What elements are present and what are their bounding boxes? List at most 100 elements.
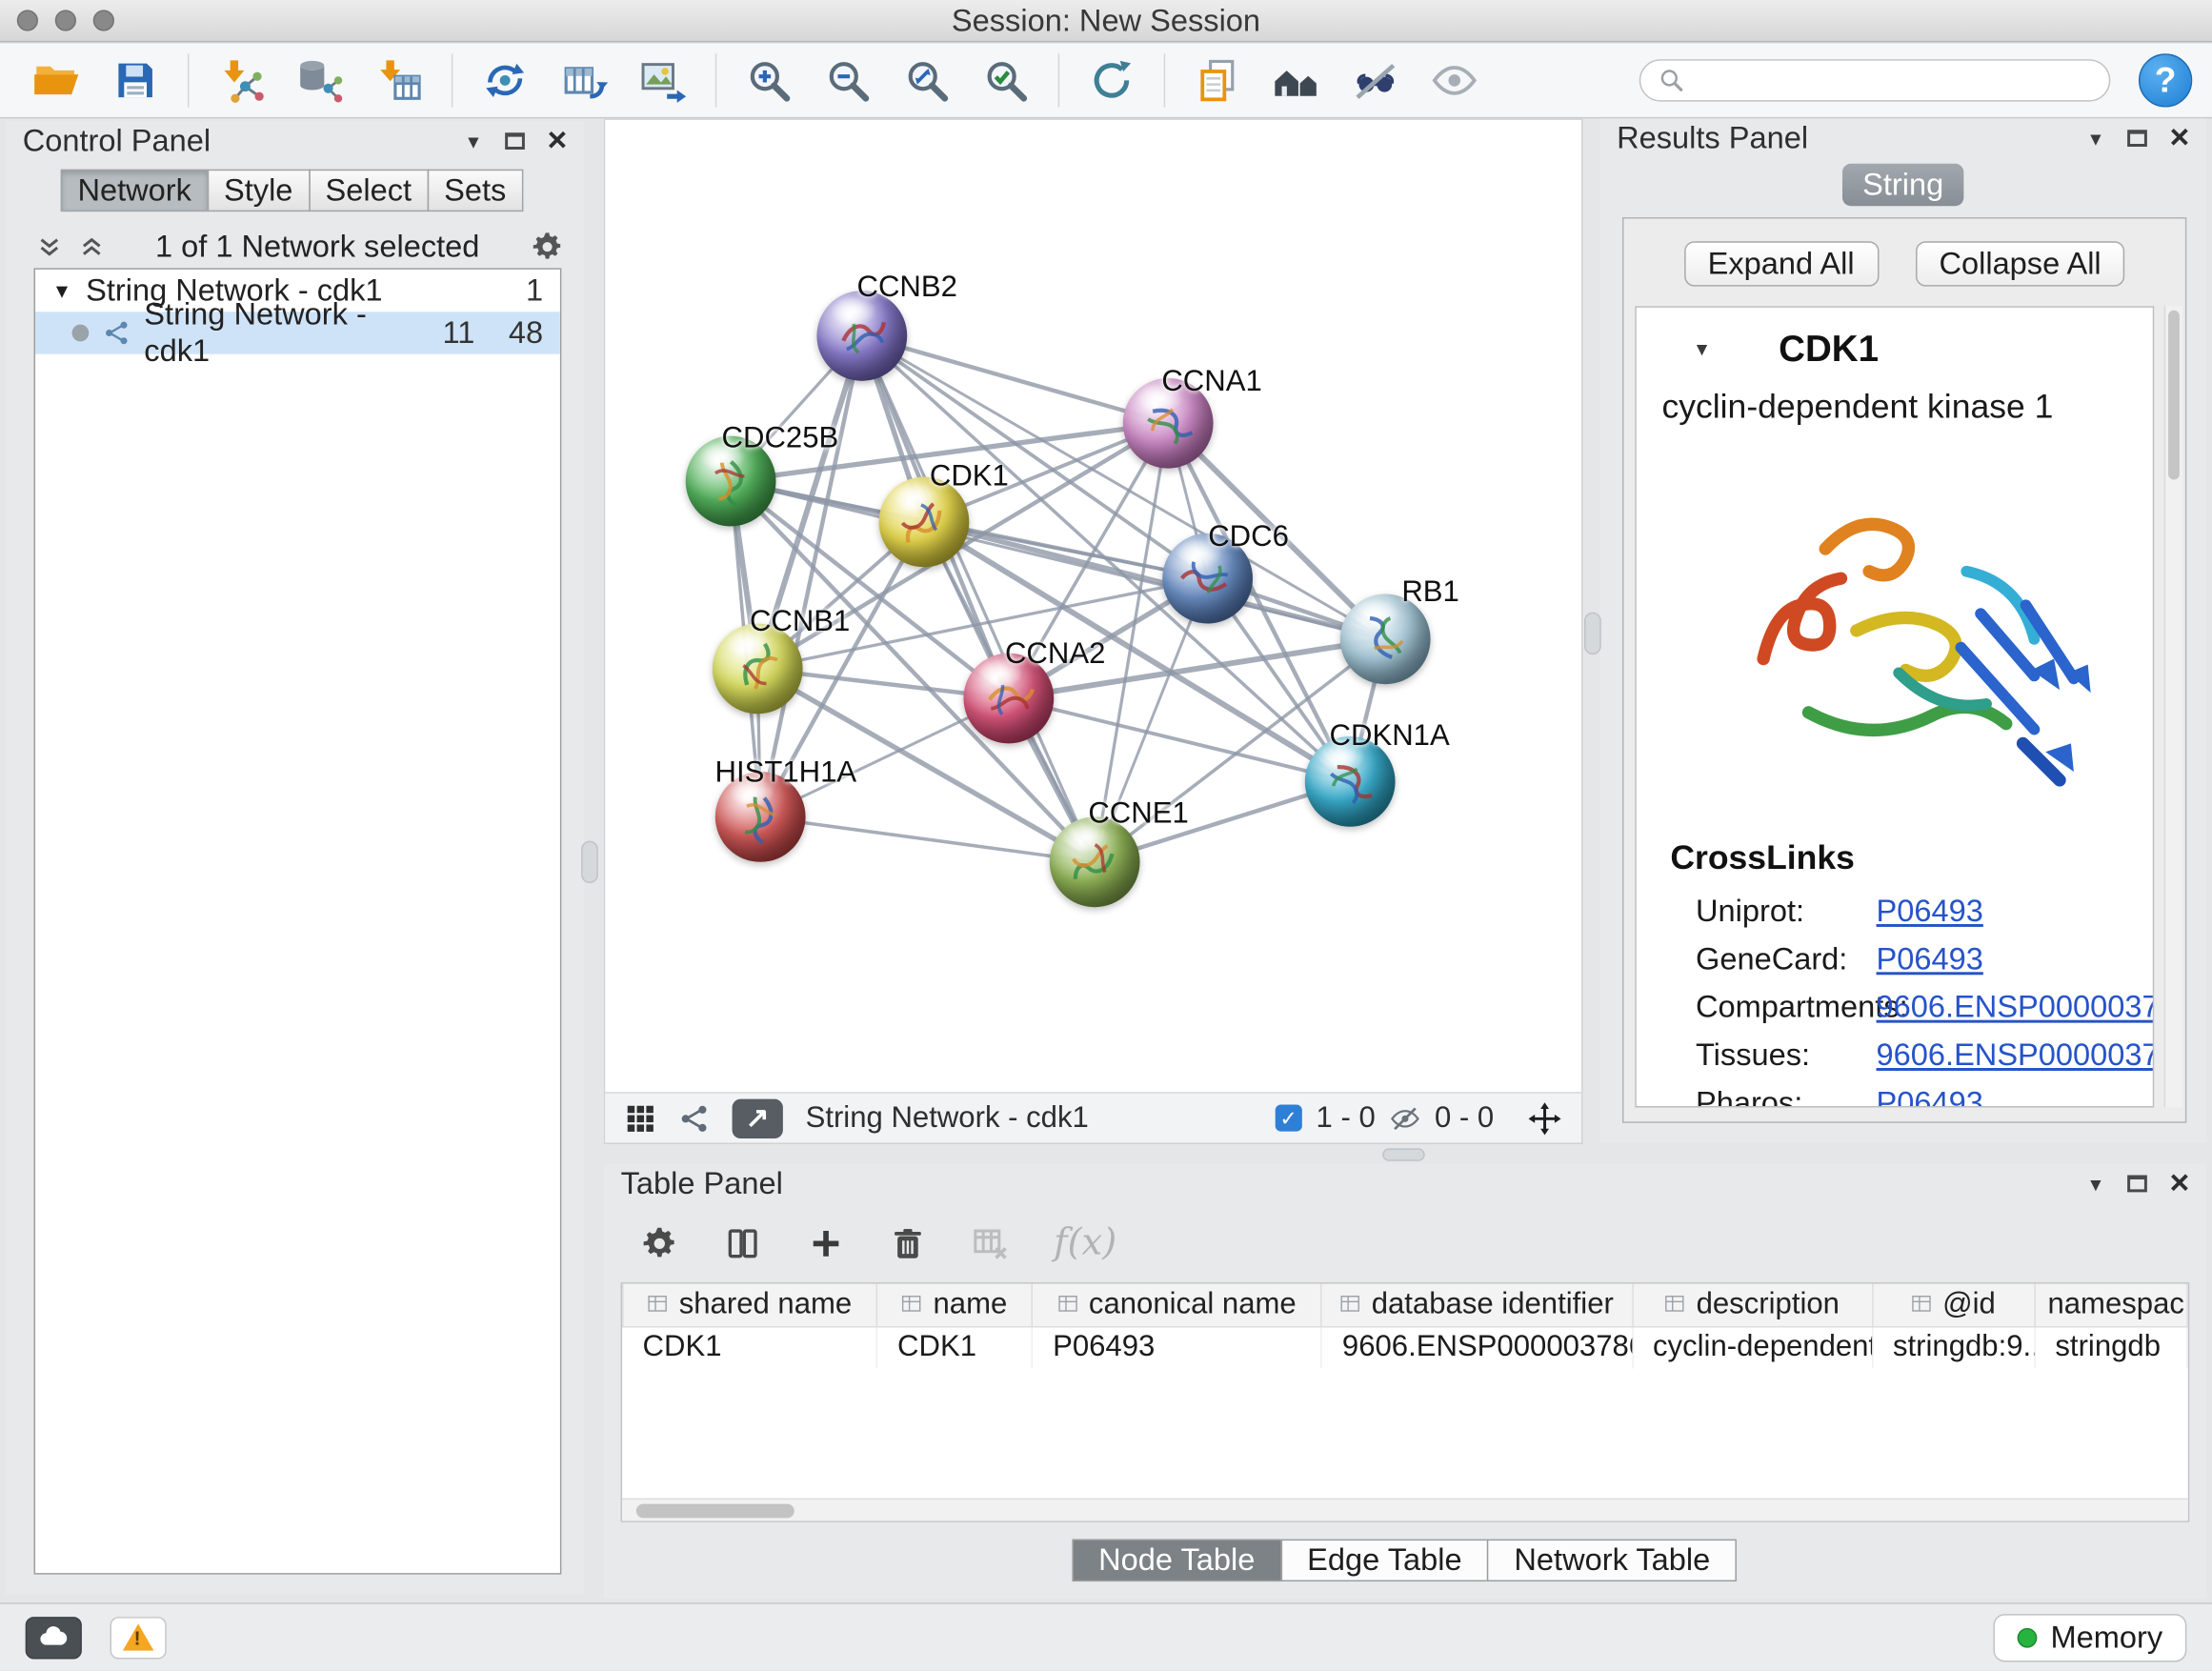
splitter-handle[interactable] bbox=[1584, 613, 1601, 654]
column-header[interactable]: canonical name bbox=[1033, 1284, 1322, 1326]
close-window-button[interactable] bbox=[17, 10, 38, 30]
refresh-icon bbox=[1088, 56, 1136, 104]
network-view: CCNB2CCNA1CDC25BCDK1CDC6RB1CCNB1CCNA2CDK… bbox=[604, 118, 1583, 1144]
results-scrollbar[interactable] bbox=[2164, 306, 2182, 1107]
network-graph[interactable]: CCNB2CCNA1CDC25BCDK1CDC6RB1CCNB1CCNA2CDK… bbox=[605, 120, 1581, 1092]
table-cell[interactable]: stringdb:9... bbox=[1872, 1326, 2034, 1368]
table-cell[interactable]: cyclin-dependent ... bbox=[1633, 1326, 1873, 1368]
table-cell[interactable]: P06493 bbox=[1033, 1326, 1322, 1368]
collapse-all-button[interactable]: Collapse All bbox=[1915, 241, 2125, 286]
column-header[interactable]: name bbox=[877, 1284, 1033, 1326]
table-cell[interactable]: stringdb bbox=[2035, 1326, 2187, 1368]
zoom-fit-button[interactable] bbox=[890, 50, 963, 111]
expand-all-networks-icon[interactable] bbox=[37, 234, 63, 260]
float-panel-icon[interactable] bbox=[2127, 130, 2147, 147]
import-network-from-file-button[interactable] bbox=[205, 50, 278, 111]
network-row[interactable]: String Network - cdk1 11 48 bbox=[35, 312, 560, 353]
delete-column-icon[interactable] bbox=[890, 1224, 925, 1262]
compartments-link[interactable]: 9606.ENSP00000378699 bbox=[1877, 989, 2155, 1026]
float-panel-icon[interactable] bbox=[505, 132, 525, 150]
genecard-link[interactable]: P06493 bbox=[1877, 941, 1983, 978]
column-header[interactable]: shared name bbox=[623, 1284, 877, 1326]
pharos-link[interactable]: P06493 bbox=[1877, 1085, 1983, 1108]
splitter-handle[interactable] bbox=[581, 841, 598, 883]
table-row[interactable]: CDK1 CDK1 P06493 9606.ENSP00000378699 cy… bbox=[623, 1326, 2187, 1368]
pan-move-icon[interactable] bbox=[1528, 1101, 1562, 1136]
save-floppy-icon bbox=[112, 58, 157, 103]
network-view-toolbar: ↗ String Network - cdk1 ✓ 1 - 0 0 - 0 bbox=[605, 1092, 1581, 1142]
new-network-from-selection-button[interactable] bbox=[469, 50, 542, 111]
zoom-selected-button[interactable] bbox=[969, 50, 1042, 111]
import-network-from-database-button[interactable] bbox=[284, 50, 357, 111]
network-edge[interactable] bbox=[862, 335, 1095, 861]
birdseye-grid-icon[interactable] bbox=[625, 1102, 656, 1134]
table-cell[interactable]: CDK1 bbox=[623, 1326, 877, 1368]
column-header[interactable]: namespac bbox=[2035, 1284, 2187, 1326]
zoom-in-button[interactable] bbox=[733, 50, 806, 111]
open-in-new-window-button[interactable]: ↗ bbox=[733, 1098, 783, 1137]
tab-sets[interactable]: Sets bbox=[427, 170, 523, 211]
import-table-button[interactable] bbox=[363, 50, 436, 111]
columns-icon[interactable] bbox=[724, 1224, 762, 1262]
table-horizontal-scrollbar[interactable] bbox=[622, 1499, 2188, 1521]
collapse-gene-icon[interactable]: ▼ bbox=[1693, 340, 1711, 358]
maximize-window-button[interactable] bbox=[93, 10, 114, 30]
tab-edge-table[interactable]: Edge Table bbox=[1280, 1540, 1489, 1581]
memory-button[interactable]: Memory bbox=[1993, 1613, 2187, 1661]
tab-network-table[interactable]: Network Table bbox=[1487, 1540, 1737, 1581]
collapse-all-networks-icon[interactable] bbox=[79, 234, 105, 260]
splitter-handle[interactable] bbox=[1382, 1148, 1424, 1160]
snapshot-button[interactable] bbox=[1180, 50, 1254, 111]
network-edge[interactable] bbox=[760, 816, 1095, 861]
memory-label: Memory bbox=[2050, 1619, 2162, 1656]
table-cell[interactable]: 9606.ENSP00000378699 bbox=[1321, 1326, 1632, 1368]
network-edge[interactable] bbox=[760, 335, 862, 816]
help-button[interactable]: ? bbox=[2139, 53, 2192, 107]
minimize-window-button[interactable] bbox=[55, 10, 76, 30]
tab-network[interactable]: Network bbox=[61, 170, 209, 211]
search-input[interactable] bbox=[1697, 64, 2092, 96]
close-panel-icon[interactable]: × bbox=[548, 124, 568, 158]
collapse-panel-icon[interactable]: ▼ bbox=[2086, 129, 2104, 147]
new-table-from-network-button[interactable] bbox=[548, 50, 621, 111]
hide-graphics-details-button[interactable] bbox=[1338, 50, 1412, 111]
column-icon bbox=[902, 1294, 923, 1315]
column-header[interactable]: database identifier bbox=[1321, 1284, 1632, 1326]
table-cell[interactable]: CDK1 bbox=[877, 1326, 1033, 1368]
gear-icon[interactable] bbox=[640, 1224, 678, 1262]
collapse-panel-icon[interactable]: ▼ bbox=[464, 131, 482, 150]
tab-style[interactable]: Style bbox=[207, 170, 310, 211]
documents-icon bbox=[1194, 56, 1241, 104]
column-header[interactable]: description bbox=[1633, 1284, 1873, 1326]
open-session-button[interactable] bbox=[20, 50, 93, 111]
column-header[interactable]: @id bbox=[1872, 1284, 2034, 1326]
collapse-panel-icon[interactable]: ▼ bbox=[2086, 1175, 2104, 1193]
crosslink-row-tissues: Tissues: 9606.ENSP00000378699 bbox=[1637, 1032, 2153, 1079]
selected-items-checkbox[interactable]: ✓ bbox=[1276, 1105, 1302, 1132]
warnings-button[interactable] bbox=[111, 1616, 167, 1658]
export-image-button[interactable] bbox=[627, 50, 700, 111]
close-panel-icon[interactable]: × bbox=[2170, 1167, 2190, 1201]
uniprot-link[interactable]: P06493 bbox=[1877, 893, 1983, 930]
gear-icon[interactable] bbox=[531, 230, 565, 264]
tissues-link[interactable]: 9606.ENSP00000378699 bbox=[1877, 1037, 2155, 1074]
add-column-icon[interactable] bbox=[807, 1224, 845, 1262]
tab-node-table[interactable]: Node Table bbox=[1072, 1540, 1282, 1581]
expand-all-button[interactable]: Expand All bbox=[1683, 241, 1878, 286]
tree-expand-icon[interactable]: ▼ bbox=[52, 281, 72, 301]
zoom-out-button[interactable] bbox=[811, 50, 884, 111]
network-glyph-icon[interactable] bbox=[678, 1102, 710, 1134]
refresh-view-button[interactable] bbox=[1075, 50, 1148, 111]
window-controls bbox=[17, 10, 114, 30]
gene-description: cyclin-dependent kinase 1 bbox=[1637, 376, 2153, 427]
show-graphics-details-button[interactable] bbox=[1418, 50, 1491, 111]
home-button[interactable] bbox=[1259, 50, 1333, 111]
tab-string[interactable]: String bbox=[1842, 164, 1963, 206]
delete-table-icon bbox=[971, 1224, 1009, 1262]
search-box[interactable] bbox=[1639, 59, 2111, 101]
save-session-button[interactable] bbox=[99, 50, 172, 111]
float-panel-icon[interactable] bbox=[2127, 1176, 2147, 1193]
tab-select[interactable]: Select bbox=[309, 170, 429, 211]
cloud-button[interactable] bbox=[26, 1616, 82, 1658]
close-panel-icon[interactable]: × bbox=[2170, 121, 2190, 155]
